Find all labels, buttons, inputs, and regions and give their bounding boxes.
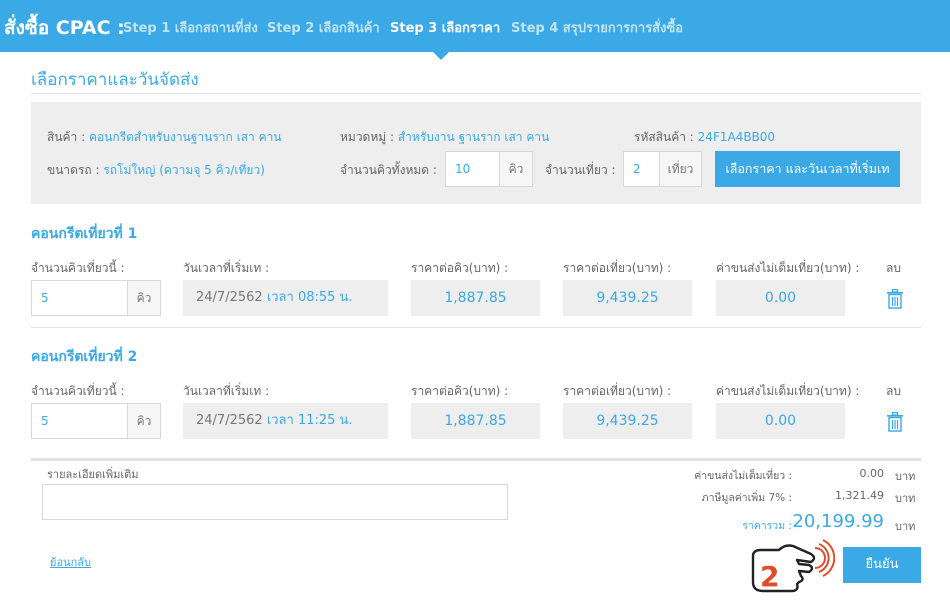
col-cubes-label: จำนวนคิวเที่ยวนี้ : [31,261,125,275]
summary-vat-label: ภาษีมูลค่าเพิ่ม 7% : [701,492,792,504]
trip-1-cubes-value: 5 [41,291,49,305]
trips-unit: เที่ยว [659,152,701,186]
step-1-tab[interactable]: Step 1 เลือกสถานที่ส่ง [123,17,258,38]
trip-1-datetime[interactable]: 24/7/2562 เวลา 08:55 น. [183,280,388,316]
category-info: หมวดหมู่ : สำหรับงาน ฐานราก เสา คาน [340,128,549,147]
title-divider [31,93,921,94]
trip-2-cubes-unit: คิว [127,404,160,438]
trip-2-title: คอนกรีตเที่ยวที่ 2 [31,349,138,365]
summary-total-label: ราคารวม : [742,520,792,532]
truck-label: ขนาดรถ : [47,163,100,177]
top-nav-bar: สั่งซื้อ CPAC : Step 1 เลือกสถานที่ส่ง S… [0,0,950,52]
notes-label: รายละเอียดเพิ่มเติม [47,468,139,481]
product-code-value: 24F1A4BB00 [697,130,776,144]
truck-info: ขนาดรถ : รถโม่ใหญ่ (ความจุ 5 คิว/เที่ยว) [47,161,265,180]
col-price-trip-label: ราคาต่อเที่ยว(บาท) : [563,261,672,275]
trip-1-date: 24/7/2562 [196,290,263,305]
trip-2-delete-icon[interactable] [886,412,904,432]
trip-2-price-per-cube: 1,887.85 [411,403,540,439]
trip-1-cubes-input[interactable]: 5 คิว [31,280,161,316]
trip-2-partial-fee: 0.00 [716,403,845,439]
confirm-button[interactable]: ยืนยัน [843,547,921,583]
trip-2-cubes-input[interactable]: 5 คิว [31,403,161,439]
summary-partial-fee-label: ค่าขนส่งไม่เต็มเที่ยว : [694,470,792,482]
notes-textarea[interactable] [42,484,508,520]
col-delete-label: ลบ [886,261,901,275]
trips-label: จำนวนเที่ยว : [545,163,616,177]
trip-1-partial-fee: 0.00 [716,280,845,316]
product-code-info: รหัสสินค้า : 24F1A4BB00 [634,128,775,147]
product-info: สินค้า : คอนกรีตสำหรับงานฐานราก เสา คาน [47,128,282,147]
trip-1-delete-icon[interactable] [886,289,904,309]
col-delete-label: ลบ [886,384,901,398]
step-3-tab[interactable]: Step 3 เลือกราคา [390,17,500,38]
brand-title: สั่งซื้อ CPAC : [4,17,125,39]
summary-partial-fee-unit: บาท [895,470,916,483]
col-price-trip-label: ราคาต่อเที่ยว(บาท) : [563,384,672,398]
trips-value: 2 [633,162,641,176]
step-2-tab[interactable]: Step 2 เลือกสินค้า [267,17,380,38]
trip-2-date: 24/7/2562 [196,413,263,428]
summary-vat-unit: บาท [895,492,916,505]
col-partial-fee-label: ค่าขนส่งไม่เต็มเที่ยว(บาท) : [716,261,860,275]
trip-1-price-per-cube: 1,887.85 [411,280,540,316]
trip-2-price-per-trip: 9,439.25 [563,403,692,439]
total-cubes-label: จำนวนคิวทั้งหมด : [340,163,437,177]
category-value: สำหรับงาน ฐานราก เสา คาน [397,130,550,144]
total-cubes-input[interactable]: 10 คิว [445,151,533,187]
summary-total-unit: บาท [895,520,916,533]
active-step-indicator [432,51,450,60]
trip-2-datetime[interactable]: 24/7/2562 เวลา 11:25 น. [183,403,388,439]
back-link[interactable]: ย้อนกลับ [50,553,91,571]
product-label: สินค้า : [47,130,86,144]
col-price-cube-label: ราคาต่อคิว(บาท) : [411,384,509,398]
select-price-button[interactable]: เลือกราคา และวันเวลาที่เริ่มเท [715,151,900,187]
col-price-cube-label: ราคาต่อคิว(บาท) : [411,261,509,275]
col-cubes-label: จำนวนคิวเที่ยวนี้ : [31,384,125,398]
col-datetime-label: วันเวลาที่เริ่มเท : [183,384,270,398]
summary-total-value: 20,199.99 [792,511,884,532]
trip-1-time: เวลา 08:55 น. [266,290,353,305]
trip-2-cubes-value: 5 [41,414,49,428]
total-cubes-unit: คิว [499,152,532,186]
product-code-label: รหัสสินค้า : [634,130,694,144]
trip-2-time: เวลา 11:25 น. [266,413,353,428]
step-4-tab[interactable]: Step 4 สรุปรายการการสั่งซื้อ [511,17,683,38]
total-cubes-value: 10 [455,162,471,176]
trips-input[interactable]: 2 เที่ยว [623,151,702,187]
summary-vat-value: 1,321.49 [835,489,884,502]
trip-1-title: คอนกรีตเที่ยวที่ 1 [31,226,138,242]
col-datetime-label: วันเวลาที่เริ่มเท : [183,261,270,275]
product-value: คอนกรีตสำหรับงานฐานราก เสา คาน [88,130,282,144]
hint-number: 2 [760,560,779,593]
trip-1-cubes-unit: คิว [127,281,160,315]
summary-partial-fee-value: 0.00 [859,467,885,480]
truck-value: รถโม่ใหญ่ (ความจุ 5 คิว/เที่ยว) [103,163,265,177]
category-label: หมวดหมู่ : [340,130,395,144]
trip-divider [31,327,921,328]
pointing-hand-icon: 2 [751,539,835,593]
trip-1-price-per-trip: 9,439.25 [563,280,692,316]
col-partial-fee-label: ค่าขนส่งไม่เต็มเที่ยว(บาท) : [716,384,860,398]
summary-divider [31,458,921,461]
page-title: เลือกราคาและวันจัดส่ง [31,70,199,90]
